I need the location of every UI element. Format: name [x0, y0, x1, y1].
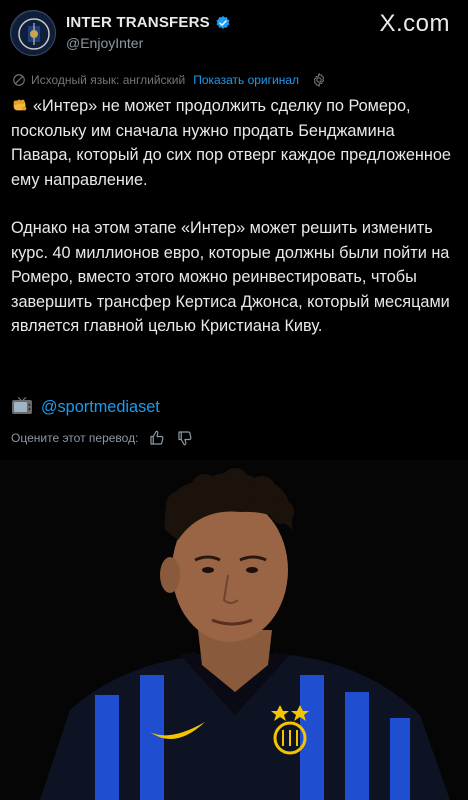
television-icon: [12, 397, 32, 414]
post-paragraph-2: Однако на этом этапе «Интер» может решит…: [11, 219, 450, 335]
post-text: «Интер» не может продолжить сделку по Ро…: [11, 94, 457, 363]
x-com-logo: X.com: [379, 10, 450, 37]
post-header: INTER TRANSFERS @EnjoyInter X.com: [0, 0, 468, 64]
gear-icon[interactable]: [311, 72, 327, 88]
source-row: @sportmediaset: [11, 397, 160, 417]
source-language-label: Исходный язык: английский: [31, 73, 186, 87]
translation-bar: Исходный язык: английский Показать ориги…: [12, 72, 327, 88]
post-paragraph-1: «Интер» не может продолжить сделку по Ро…: [11, 94, 457, 192]
translate-icon: [13, 74, 25, 86]
account-name-row[interactable]: INTER TRANSFERS: [66, 14, 231, 31]
post-photo[interactable]: [0, 460, 468, 800]
account-name[interactable]: INTER TRANSFERS: [66, 14, 210, 31]
verified-badge-icon: [216, 15, 230, 29]
account-handle[interactable]: @EnjoyInter: [66, 35, 143, 51]
thumbs-up-icon[interactable]: [148, 429, 166, 447]
oncoming-fist-icon: [13, 99, 27, 111]
avatar[interactable]: [10, 10, 56, 56]
thumbs-down-icon[interactable]: [176, 429, 194, 447]
show-original-link[interactable]: Показать оригинал: [193, 73, 299, 87]
sportmediaset-mention-link[interactable]: @sportmediaset: [41, 398, 160, 417]
post-paragraph-1-text: «Интер» не может продолжить сделку по Ро…: [11, 97, 451, 189]
rate-translation-bar: Оцените этот перевод:: [11, 429, 194, 447]
inter-logo-icon: [12, 12, 55, 55]
rate-translation-label: Оцените этот перевод:: [11, 431, 139, 445]
